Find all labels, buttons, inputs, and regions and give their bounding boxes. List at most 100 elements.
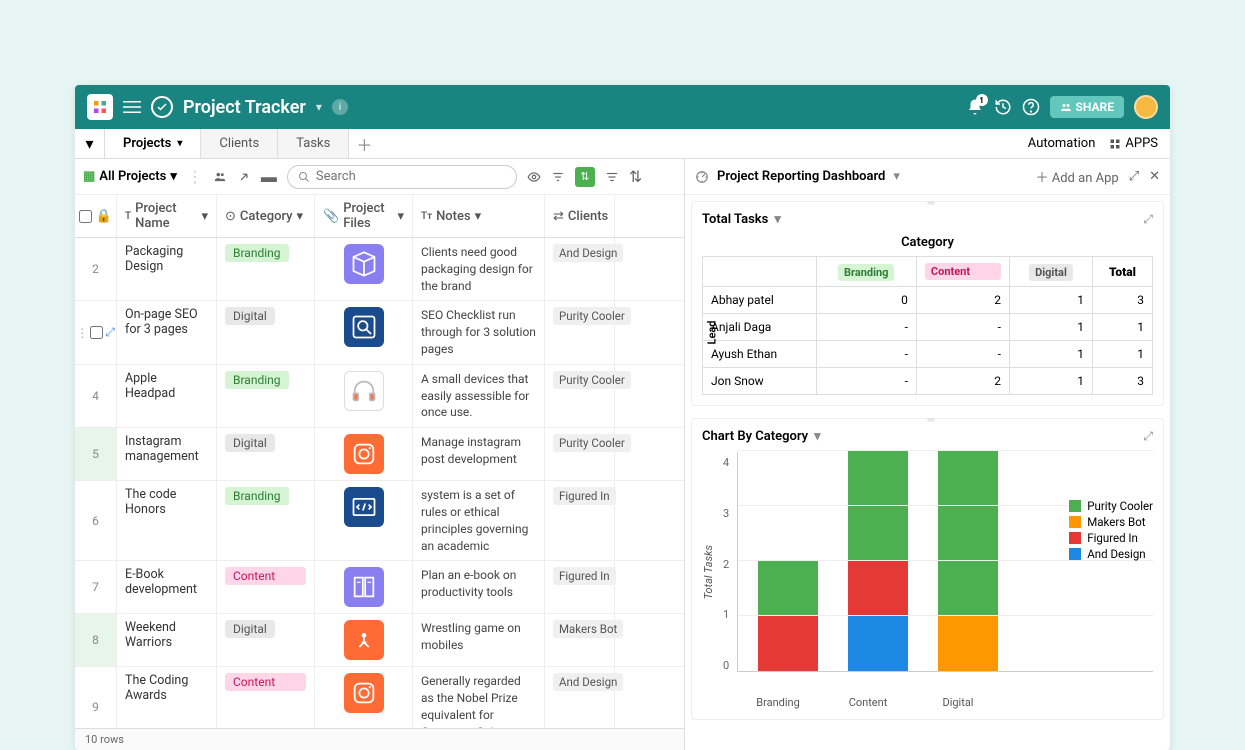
notes-cell[interactable]: Plan an e-book on productivity tools [413, 561, 545, 613]
settings-icon[interactable]: ⇅ [629, 167, 642, 186]
project-name-cell[interactable]: Packaging Design [117, 238, 217, 300]
history-icon[interactable] [994, 98, 1012, 116]
app-logo[interactable] [87, 94, 113, 120]
tab-projects[interactable]: Projects▾ [105, 129, 201, 158]
client-cell[interactable]: And Design [545, 667, 615, 728]
chevron-down-icon[interactable]: ▾ [814, 429, 821, 444]
bar-content[interactable] [848, 451, 908, 671]
tabs-expand-icon[interactable]: ▾ [75, 129, 105, 158]
add-tab-button[interactable]: ＋ [349, 129, 379, 158]
col-category[interactable]: ⊙ Category ▾ [217, 195, 315, 237]
file-cell[interactable] [315, 365, 413, 427]
file-cell[interactable] [315, 561, 413, 613]
apps-link[interactable]: APPS [1109, 136, 1158, 151]
table-row[interactable]: 5Instagram managementDigital Manage insta… [75, 428, 684, 481]
project-name-cell[interactable]: Instagram management [117, 428, 217, 480]
row-number[interactable]: 6 [75, 481, 117, 560]
search-input[interactable] [287, 165, 517, 189]
table-row[interactable]: 7E-Book developmentContent Plan an e-book… [75, 561, 684, 614]
add-app-button[interactable]: ＋ Add an App [1036, 167, 1119, 186]
file-cell[interactable] [315, 428, 413, 480]
info-icon[interactable]: i [332, 99, 348, 115]
notes-cell[interactable]: Generally regarded as the Nobel Prize eq… [413, 667, 545, 728]
row-number[interactable]: 7 [75, 561, 117, 613]
client-cell[interactable]: Makers Bot [545, 614, 615, 666]
project-name-cell[interactable]: The Coding Awards [117, 667, 217, 728]
file-cell[interactable] [315, 301, 413, 363]
share-button[interactable]: SHARE [1050, 96, 1124, 118]
help-icon[interactable] [1022, 98, 1040, 116]
file-cell[interactable] [315, 481, 413, 560]
notes-cell[interactable]: Clients need good packaging design for t… [413, 238, 545, 300]
close-icon[interactable]: ✕ [1149, 169, 1160, 184]
client-cell[interactable]: Purity Cooler [545, 301, 615, 363]
eye-icon[interactable] [527, 170, 541, 184]
category-cell[interactable]: Branding [217, 365, 315, 427]
row-number[interactable]: 9 [75, 667, 117, 728]
notes-cell[interactable]: system is a set of rules or ethical prin… [413, 481, 545, 560]
expand-icon[interactable]: ⤢ [1129, 169, 1139, 184]
file-cell[interactable] [315, 614, 413, 666]
view-selector[interactable]: ▦ All Projects ▾ [83, 169, 177, 184]
col-clients[interactable]: ⇄ Clients [545, 195, 615, 237]
table-row[interactable]: 8Weekend WarriorsDigital Wrestling game o… [75, 614, 684, 667]
file-cell[interactable] [315, 667, 413, 728]
table-row[interactable]: 2Packaging DesignBranding Clients need go… [75, 238, 684, 301]
notes-cell[interactable]: SEO Checklist run through for 3 solution… [413, 301, 545, 363]
avatar[interactable] [1134, 95, 1158, 119]
category-cell[interactable]: Digital [217, 301, 315, 363]
project-name-cell[interactable]: Apple Headpad [117, 365, 217, 427]
table-row[interactable]: 6The code HonorsBranding system is a set … [75, 481, 684, 561]
notes-cell[interactable]: A small devices that easily assessible f… [413, 365, 545, 427]
tab-clients[interactable]: Clients [201, 129, 278, 158]
client-cell[interactable]: Figured In [545, 481, 615, 560]
people-icon[interactable] [213, 170, 227, 184]
client-cell[interactable]: Purity Cooler [545, 365, 615, 427]
automation-link[interactable]: Automation [1028, 136, 1096, 151]
drag-handle-icon[interactable]: ═ [928, 415, 935, 426]
chevron-down-icon[interactable]: ▾ [893, 169, 900, 184]
export-icon[interactable] [237, 170, 251, 184]
table-row[interactable]: 4Apple HeadpadBranding A small devices th… [75, 365, 684, 428]
group-icon[interactable]: ⇅ [575, 167, 595, 187]
col-notes[interactable]: Tт Notes ▾ [413, 195, 545, 237]
table-row[interactable]: 9The Coding AwardsContent Generally regar… [75, 667, 684, 728]
table-row[interactable]: ⋮⤢On-page SEO for 3 pagesDigital SEO Chec… [75, 301, 684, 364]
col-checkbox[interactable]: 🔒 [75, 195, 117, 237]
category-cell[interactable]: Digital [217, 614, 315, 666]
row-number[interactable]: 8 [75, 614, 117, 666]
row-number[interactable]: 5 [75, 428, 117, 480]
chevron-down-icon[interactable]: ▾ [316, 100, 322, 114]
client-cell[interactable]: Purity Cooler [545, 428, 615, 480]
col-project-name[interactable]: T Project Name ▾ [117, 195, 217, 237]
row-number[interactable]: ⋮⤢ [75, 301, 117, 363]
expand-icon[interactable]: ⤢ [1143, 429, 1153, 444]
notification-icon[interactable]: 1 [966, 98, 984, 116]
filter-icon[interactable] [551, 170, 565, 184]
notes-cell[interactable]: Manage instagram post development [413, 428, 545, 480]
menu-icon[interactable] [123, 98, 141, 116]
category-cell[interactable]: Branding [217, 481, 315, 560]
drag-handle-icon[interactable]: ═ [928, 198, 935, 209]
tab-tasks[interactable]: Tasks [278, 129, 349, 158]
project-name-cell[interactable]: On-page SEO for 3 pages [117, 301, 217, 363]
category-cell[interactable]: Branding [217, 238, 315, 300]
category-cell[interactable]: Content [217, 561, 315, 613]
client-cell[interactable]: And Design [545, 238, 615, 300]
category-cell[interactable]: Content [217, 667, 315, 728]
project-name-cell[interactable]: E-Book development [117, 561, 217, 613]
notes-cell[interactable]: Wrestling game on mobiles [413, 614, 545, 666]
project-name-cell[interactable]: The code Honors [117, 481, 217, 560]
row-number[interactable]: 4 [75, 365, 117, 427]
category-cell[interactable]: Digital [217, 428, 315, 480]
chevron-down-icon[interactable]: ▾ [774, 212, 781, 227]
card-icon[interactable]: ▬ [261, 167, 277, 187]
sort-icon[interactable] [605, 170, 619, 184]
bar-digital[interactable] [938, 451, 998, 671]
expand-icon[interactable]: ⤢ [1143, 212, 1153, 227]
project-name-cell[interactable]: Weekend Warriors [117, 614, 217, 666]
row-number[interactable]: 2 [75, 238, 117, 300]
file-cell[interactable] [315, 238, 413, 300]
client-cell[interactable]: Figured In [545, 561, 615, 613]
col-files[interactable]: 📎 Project Files ▾ [315, 195, 413, 237]
